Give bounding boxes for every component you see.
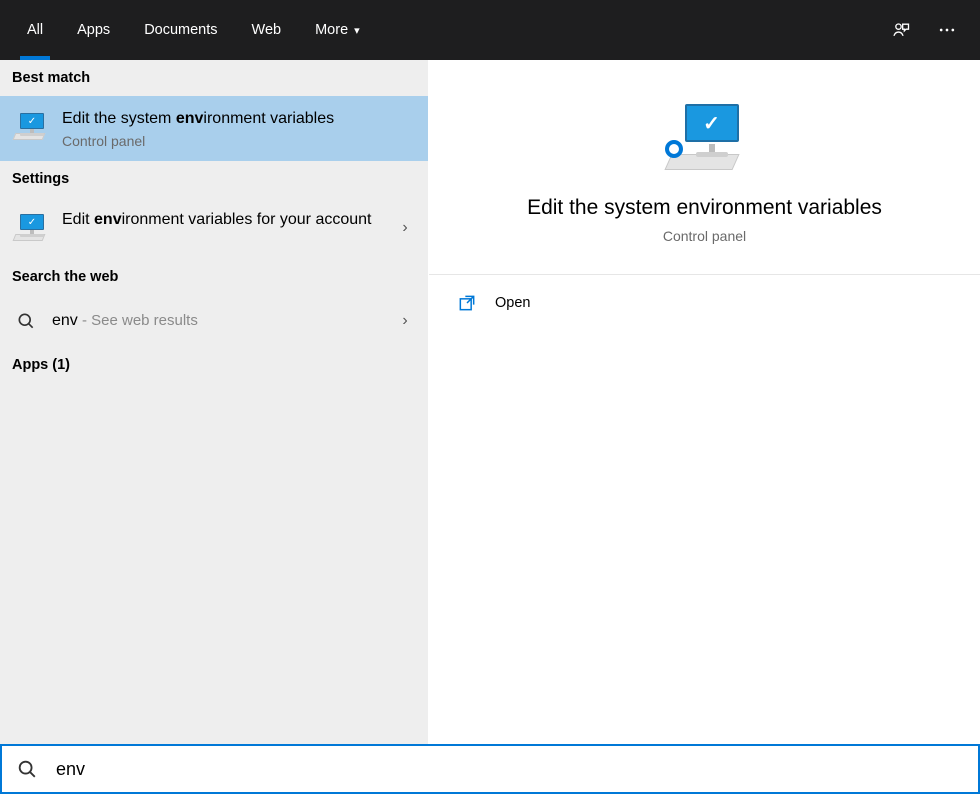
result-best-match[interactable]: Edit the system environment variables Co… <box>0 96 428 161</box>
chevron-down-icon: ▾ <box>354 24 360 37</box>
result-settings-env-account[interactable]: Edit environment variables for your acco… <box>0 197 428 259</box>
tab-all[interactable]: All <box>10 0 60 60</box>
section-settings: Settings <box>0 161 428 197</box>
search-icon <box>16 758 38 780</box>
preview-panel: Edit the system environment variables Co… <box>428 60 980 744</box>
open-icon <box>457 293 477 313</box>
monitor-check-icon <box>12 209 50 247</box>
chevron-right-icon: › <box>394 312 416 330</box>
result-subtitle: Control panel <box>62 133 410 149</box>
monitor-check-icon <box>12 108 50 146</box>
search-icon <box>12 307 40 335</box>
search-input[interactable] <box>56 759 964 780</box>
tabs-bar: All Apps Documents Web More ▾ <box>0 0 980 60</box>
action-open[interactable]: Open <box>429 275 980 331</box>
web-suffix: - See web results <box>78 312 198 329</box>
results-panel: Best match Edit the system environment v… <box>0 60 428 744</box>
section-search-web: Search the web <box>0 259 428 295</box>
web-query: env <box>52 312 78 329</box>
chevron-right-icon: › <box>394 219 416 237</box>
tab-label: Web <box>252 22 282 38</box>
tab-label: All <box>27 22 43 38</box>
action-label: Open <box>495 295 530 311</box>
tab-label: Apps <box>77 22 110 38</box>
tab-more[interactable]: More ▾ <box>298 0 377 60</box>
tab-label: More <box>315 22 348 38</box>
tab-documents[interactable]: Documents <box>127 0 234 60</box>
tab-label: Documents <box>144 22 217 38</box>
result-title: Edit the system environment variables <box>62 108 410 130</box>
more-options-icon[interactable] <box>924 0 970 60</box>
tab-apps[interactable]: Apps <box>60 0 127 60</box>
preview-subtitle: Control panel <box>663 228 746 244</box>
result-title: Edit environment variables for your acco… <box>62 209 388 231</box>
monitor-check-large-icon <box>661 104 749 176</box>
section-best-match: Best match <box>0 60 428 96</box>
preview-title: Edit the system environment variables <box>527 196 882 220</box>
tab-web[interactable]: Web <box>235 0 299 60</box>
search-bar[interactable] <box>0 744 980 794</box>
result-web-search[interactable]: env - See web results › <box>0 295 428 347</box>
section-apps: Apps (1) <box>0 347 428 383</box>
feedback-icon[interactable] <box>878 0 924 60</box>
